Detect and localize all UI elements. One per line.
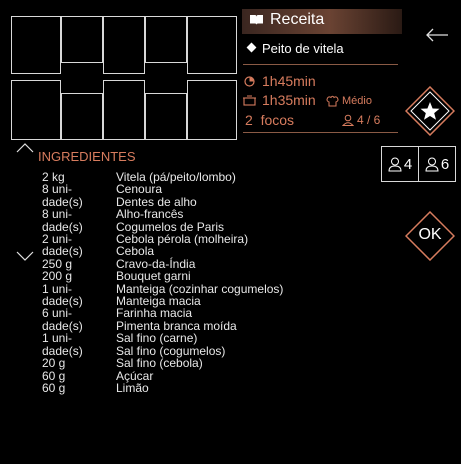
ok-label: OK bbox=[418, 226, 442, 243]
step-thumbnail[interactable] bbox=[61, 93, 103, 140]
servings: 4 / 6 bbox=[357, 113, 381, 127]
ingredient-quantity: 20 g bbox=[42, 356, 66, 371]
ingredient-name: Sal fino (cebola) bbox=[116, 356, 203, 371]
total-time: 1h45min bbox=[262, 73, 316, 89]
step-thumbnail[interactable] bbox=[11, 16, 61, 74]
portion-6-button[interactable]: 6 bbox=[418, 146, 456, 182]
ingredient-quantities: 2 kg 8 uni- dade(s) 8 uni- dade(s) 2 uni… bbox=[42, 171, 112, 395]
step-thumbnail[interactable] bbox=[187, 80, 237, 140]
ok-button[interactable]: OK bbox=[405, 211, 455, 261]
portion-4-label: 4 bbox=[403, 155, 413, 173]
difficulty-level: Médio bbox=[342, 95, 372, 107]
ingredient-name: Sal fino (carne) bbox=[116, 331, 198, 346]
favorite-button[interactable] bbox=[404, 85, 456, 137]
ingredient-name: Farinha macia bbox=[116, 306, 193, 321]
ingredient-name: Cenoura bbox=[116, 182, 163, 197]
dish-bullet-icon bbox=[246, 42, 257, 53]
step-thumbnail[interactable] bbox=[61, 16, 103, 63]
ingredients-title: INGREDIENTES bbox=[38, 149, 136, 164]
ingredient-quantity: dade(s) bbox=[42, 244, 83, 259]
portion-6-label: 6 bbox=[440, 155, 450, 173]
step-thumbnail[interactable] bbox=[103, 80, 145, 140]
chevron-up-icon[interactable] bbox=[16, 143, 34, 153]
step-thumbnail[interactable] bbox=[145, 93, 187, 140]
step-thumbnail[interactable] bbox=[103, 16, 145, 74]
ingredient-name: Limão bbox=[116, 380, 149, 395]
clock-icon bbox=[244, 76, 255, 87]
ingredient-name: Alho-francês bbox=[116, 207, 184, 222]
ingredient-quantity: 60 g bbox=[42, 380, 66, 395]
chef-hat-icon bbox=[326, 95, 339, 107]
dish-name: Peito de vitela bbox=[262, 41, 344, 56]
ingredient-quantity: 6 uni- bbox=[42, 306, 73, 321]
step-thumbnail[interactable] bbox=[11, 80, 61, 140]
step-thumbnail[interactable] bbox=[145, 16, 187, 63]
cook-time: 1h35min bbox=[262, 92, 316, 108]
portion-4-button[interactable]: 4 bbox=[381, 146, 419, 182]
ingredient-name: Açúcar bbox=[116, 368, 154, 383]
book-icon bbox=[250, 15, 263, 25]
divider bbox=[243, 132, 398, 133]
pot-icon bbox=[243, 95, 256, 106]
ingredient-quantity: 1 uni- bbox=[42, 331, 73, 346]
star-icon bbox=[404, 85, 456, 137]
focos-count: 2 focos bbox=[245, 112, 295, 128]
ingredient-quantity: 200 g bbox=[42, 269, 73, 284]
person-icon bbox=[388, 157, 402, 171]
ingredient-names: Vitela (pá/peito/lombo) Cenoura Dentes d… bbox=[116, 171, 356, 395]
ingredient-quantity: 8 uni- bbox=[42, 182, 73, 197]
chevron-down-icon[interactable] bbox=[16, 251, 34, 261]
step-thumbnail[interactable] bbox=[187, 16, 237, 74]
recipe-title: Receita bbox=[270, 11, 325, 28]
arrow-left-icon[interactable] bbox=[425, 28, 449, 42]
divider bbox=[243, 64, 398, 65]
ingredient-quantity: 8 uni- bbox=[42, 207, 73, 222]
ingredient-name: Cebola bbox=[116, 244, 155, 259]
person-icon bbox=[342, 114, 354, 126]
person-icon bbox=[425, 157, 439, 171]
ingredient-name: Bouquet garni bbox=[116, 269, 191, 284]
